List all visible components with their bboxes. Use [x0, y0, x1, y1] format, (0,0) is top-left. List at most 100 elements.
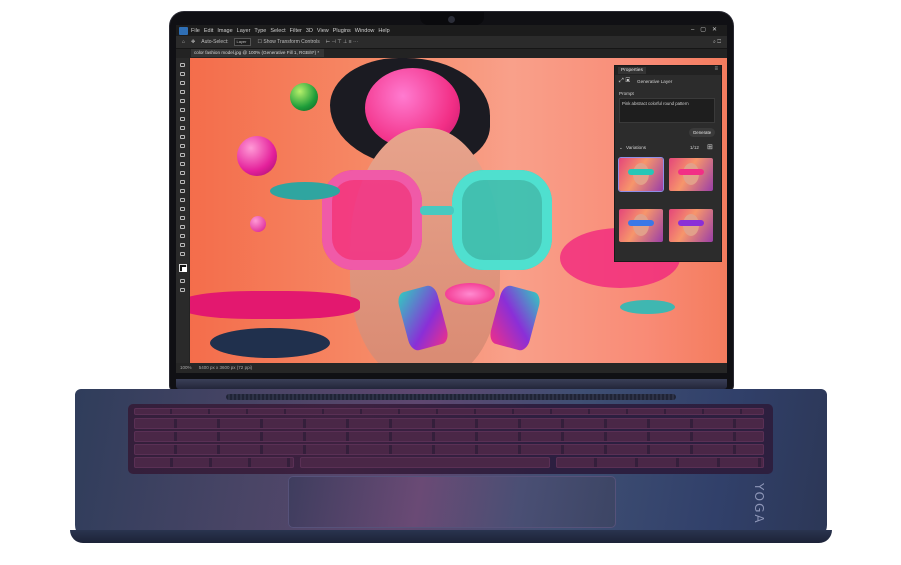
move-tool-icon[interactable]: ✥ [191, 39, 195, 45]
type-tool-icon[interactable] [179, 206, 186, 212]
menu-bar: File Edit Image Layer Type Select Filter… [176, 25, 727, 36]
home-icon[interactable]: ⌂ [182, 39, 185, 45]
auto-select-label[interactable]: Auto-Select: [201, 39, 228, 45]
stamp-tool-icon[interactable] [179, 143, 186, 149]
brush-tool-icon[interactable] [179, 134, 186, 140]
webcam-icon [448, 16, 455, 23]
glasses-right-lens [452, 170, 552, 270]
quick-select-tool-icon[interactable] [179, 89, 186, 95]
number-key-row[interactable] [134, 418, 764, 429]
touchpad[interactable] [288, 476, 616, 528]
shape-tool-icon[interactable] [179, 224, 186, 230]
prompt-input[interactable]: Pink abstract colorful round pattern [619, 98, 715, 123]
properties-panel-header: Properties ≡ [615, 66, 721, 75]
teal-cloud-left [270, 182, 340, 200]
variation-glasses [628, 169, 654, 175]
properties-panel: Properties ≡ ⤢ ▣ Generative Layer Prompt… [614, 65, 722, 262]
menu-type[interactable]: Type [254, 28, 266, 34]
grid-view-icon[interactable]: ⊞ [707, 143, 713, 151]
speaker-grille [226, 394, 676, 400]
quick-mask-icon[interactable] [179, 278, 186, 284]
menu-select[interactable]: Select [270, 28, 285, 34]
menu-help[interactable]: Help [378, 28, 389, 34]
options-bar: ⌂ ✥ Auto-Select: Layer ☐ Show Transform … [176, 36, 727, 49]
frame-tool-icon[interactable] [179, 107, 186, 113]
lasso-tool-icon[interactable] [179, 80, 186, 86]
screen-mode-icon[interactable] [179, 287, 186, 293]
variations-chevron-icon[interactable]: ⌄ [619, 145, 623, 151]
brand-logo: YOGA [752, 483, 766, 525]
status-bar: 100% 5400 px x 3600 px (72 ppi) [176, 363, 727, 373]
zoom-tool-icon[interactable] [179, 242, 186, 248]
laptop-screen: File Edit Image Layer Type Select Filter… [176, 25, 727, 373]
move-tool-icon[interactable] [179, 62, 186, 68]
lips-shape [445, 283, 495, 305]
prompt-heading: Prompt [619, 91, 634, 96]
variation-thumbnail-3[interactable] [619, 209, 663, 242]
gradient-tool-icon[interactable] [179, 170, 186, 176]
green-sphere [290, 83, 318, 111]
glasses-left-lens [322, 170, 422, 270]
menu-image[interactable]: Image [217, 28, 232, 34]
panel-menu-icon[interactable]: ≡ [714, 66, 718, 72]
generate-label: Generate [692, 130, 712, 135]
eyedropper-tool-icon[interactable] [179, 116, 186, 122]
history-brush-tool-icon[interactable] [179, 152, 186, 158]
show-transform-checkbox[interactable]: ☐ Show Transform Controls [257, 39, 319, 45]
modifier-keys-right[interactable] [556, 457, 764, 468]
modifier-keys-left[interactable] [134, 457, 294, 468]
photoshop-logo-icon [179, 26, 188, 35]
generate-button[interactable]: Generate [689, 128, 715, 137]
healing-tool-icon[interactable] [179, 125, 186, 131]
variations-count: 1/12 [690, 145, 699, 150]
prompt-text: Pink abstract colorful round pattern [622, 101, 689, 106]
variation-glasses [628, 220, 654, 226]
menu-view[interactable]: View [317, 28, 329, 34]
menu-filter[interactable]: Filter [290, 28, 302, 34]
properties-tab[interactable]: Properties [618, 67, 646, 74]
document-info: 5400 px x 3600 px (72 ppi) [198, 365, 253, 370]
window-controls[interactable]: –▢✕ [691, 26, 723, 33]
qwerty-key-row[interactable] [134, 431, 764, 442]
home-key-row[interactable] [134, 444, 764, 455]
more-tools-icon[interactable] [179, 251, 186, 257]
menu-window[interactable]: Window [355, 28, 375, 34]
hand-tool-icon[interactable] [179, 233, 186, 239]
menu-edit[interactable]: Edit [204, 28, 213, 34]
function-key-row[interactable] [134, 408, 764, 415]
pink-wave-left [190, 291, 360, 319]
laptop-hinge [176, 379, 727, 389]
small-pink-sphere [250, 216, 266, 232]
pink-sphere [237, 136, 277, 176]
eraser-tool-icon[interactable] [179, 161, 186, 167]
menu-plugins[interactable]: Plugins [333, 28, 351, 34]
keyboard[interactable] [128, 404, 773, 474]
dark-wave [210, 328, 330, 358]
blur-tool-icon[interactable] [179, 179, 186, 185]
variation-thumbnail-2[interactable] [669, 158, 713, 191]
show-transform-label: Show Transform Controls [263, 39, 320, 45]
path-select-tool-icon[interactable] [179, 215, 186, 221]
variation-thumbnail-1[interactable] [618, 157, 664, 192]
menu-file[interactable]: File [191, 28, 200, 34]
laptop-base-edge [70, 530, 832, 543]
glasses-bridge [420, 206, 454, 215]
marquee-tool-icon[interactable] [179, 71, 186, 77]
tools-panel [176, 58, 189, 363]
menu-3d[interactable]: 3D [306, 28, 313, 34]
auto-select-dropdown[interactable]: Layer [234, 38, 252, 46]
variations-label: Variations [626, 145, 647, 150]
pen-tool-icon[interactable] [179, 197, 186, 203]
space-bar[interactable] [300, 457, 550, 468]
align-icons[interactable]: ⊢ ⊣ ⊤ ⊥ ≡ ⋯ [326, 39, 358, 45]
crop-tool-icon[interactable] [179, 98, 186, 104]
teal-cloud-right [620, 300, 675, 314]
dodge-tool-icon[interactable] [179, 188, 186, 194]
zoom-level[interactable]: 100% [180, 365, 192, 370]
background-color-swatch[interactable] [182, 267, 187, 272]
variation-thumbnail-4[interactable] [669, 209, 713, 242]
search-icon[interactable]: ⌕ ☐ [713, 39, 721, 45]
variation-glasses [678, 169, 704, 175]
document-tab[interactable]: color fashion model.jpg @ 100% (Generati… [191, 49, 324, 57]
menu-layer[interactable]: Layer [237, 28, 251, 34]
